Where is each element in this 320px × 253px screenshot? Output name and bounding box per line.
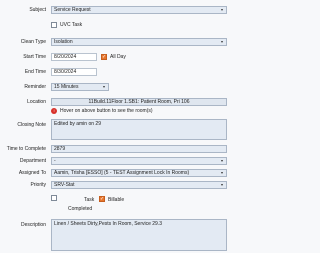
task-label: Task <box>84 197 95 203</box>
reminder-select[interactable]: 15 Minutes ▾ <box>51 83 109 91</box>
billable-label: Billable <box>108 197 125 203</box>
description-label: Description <box>20 222 46 228</box>
assigned-to-select[interactable]: Aamin, Trisha [ESSO] (5 - TEST Assignmen… <box>51 169 227 177</box>
clean-type-value: Isolation <box>54 39 73 45</box>
assigned-to-value: Aamin, Trisha [ESSO] (5 - TEST Assignmen… <box>54 170 190 176</box>
closing-note-textarea[interactable]: Edited by amin on 29 <box>51 119 227 140</box>
completed-label: Completed <box>68 206 93 212</box>
department-select[interactable]: - ▾ <box>51 157 227 165</box>
time-to-complete-label: Time to Complete <box>6 146 46 152</box>
reminder-label: Reminder <box>24 84 46 90</box>
billable-checkbox[interactable]: ✓ <box>99 196 105 202</box>
uvc-task-checkbox[interactable] <box>51 22 57 28</box>
start-time-input[interactable]: 8/20/2024 <box>51 53 97 61</box>
location-hint: Hover on above button to see the room(s) <box>60 108 153 114</box>
subject-value: Service Request <box>54 7 91 13</box>
location-label: Location <box>27 99 46 105</box>
all-day-label: All Day <box>110 54 126 60</box>
department-value: - <box>54 158 56 164</box>
alert-icon[interactable]: ! <box>51 108 57 114</box>
department-label: Department <box>19 158 46 164</box>
closing-note-value: Edited by amin on 29 <box>54 121 101 127</box>
reminder-value: 15 Minutes <box>54 84 79 90</box>
start-time-value: 8/20/2024 <box>54 54 77 60</box>
clean-type-label: Clean Type <box>20 39 46 45</box>
subject-select[interactable]: Service Request ▾ <box>51 6 227 14</box>
priority-select[interactable]: SRV-Stat ▾ <box>51 181 227 189</box>
time-to-complete-value: 2879 <box>54 146 66 152</box>
location-value: 11Build.11Floor 1.SB1: Patient Room, Pri… <box>88 99 190 105</box>
all-day-checkbox[interactable]: ✓ <box>101 54 107 60</box>
chevron-down-icon[interactable]: ▾ <box>100 84 108 90</box>
closing-note-label: Closing Note <box>17 122 46 128</box>
priority-label: Priority <box>30 182 46 188</box>
chevron-down-icon[interactable]: ▾ <box>218 158 226 164</box>
priority-value: SRV-Stat <box>54 182 75 188</box>
description-textarea[interactable]: Linen / Sheets Dirty,Pests In Room, Serv… <box>51 219 227 251</box>
subject-label: Subject <box>29 7 46 13</box>
completed-checkbox[interactable] <box>51 195 57 201</box>
start-time-label: Start Time <box>23 54 46 60</box>
end-time-input[interactable]: 8/30/2024 <box>51 68 97 76</box>
end-time-value: 8/30/2024 <box>54 69 77 75</box>
clean-type-select[interactable]: Isolation ▾ <box>51 38 227 46</box>
description-value: Linen / Sheets Dirty,Pests In Room, Serv… <box>54 221 163 227</box>
assigned-to-label: Assigned To <box>18 170 46 176</box>
time-to-complete-input[interactable]: 2879 <box>51 145 227 153</box>
location-field[interactable]: 11Build.11Floor 1.SB1: Patient Room, Pri… <box>51 98 227 106</box>
chevron-down-icon[interactable]: ▾ <box>218 170 226 176</box>
uvc-task-label: UVC Task <box>60 22 83 28</box>
chevron-down-icon[interactable]: ▾ <box>218 7 226 13</box>
end-time-label: End Time <box>24 69 46 75</box>
chevron-down-icon[interactable]: ▾ <box>218 39 226 45</box>
chevron-down-icon[interactable]: ▾ <box>218 182 226 188</box>
